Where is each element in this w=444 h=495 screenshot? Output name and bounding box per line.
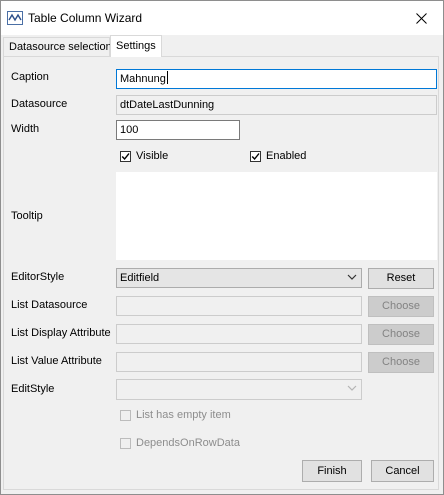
depends-on-row-data-checkbox[interactable]: DependsOnRowData [120,436,240,450]
checkmark-icon [251,152,260,160]
caption-label: Caption [11,71,49,83]
list-display-attribute-field [116,324,362,344]
list-value-attribute-choose-button[interactable]: Choose [368,352,434,373]
datasource-field: dtDateLastDunning [116,95,437,115]
tooltip-label: Tooltip [11,210,43,222]
edit-style-dropdown[interactable] [116,379,362,400]
list-datasource-field [116,296,362,316]
tooltip-textarea[interactable] [116,172,437,260]
list-has-empty-item-label: List has empty item [136,409,231,421]
reset-button[interactable]: Reset [368,268,434,289]
edit-style-label: EditStyle [11,383,55,395]
depends-on-row-data-label: DependsOnRowData [136,437,240,449]
wave-icon [7,11,23,25]
list-has-empty-item-checkbox-box [120,409,131,421]
title-bar: Table Column Wizard [1,1,443,35]
width-input[interactable]: 100 [116,120,240,140]
chevron-down-icon [347,274,357,280]
checkmark-icon [121,152,130,160]
tab-settings[interactable]: Settings [110,35,162,57]
enabled-checkbox[interactable]: Enabled [250,149,306,163]
visible-checkbox[interactable]: Visible [120,149,168,163]
enabled-checkbox-label: Enabled [266,150,307,162]
dialog-window: Table Column Wizard Datasource selection… [0,0,444,495]
list-value-attribute-label: List Value Attribute [11,355,102,367]
list-datasource-label: List Datasource [11,299,88,311]
close-button[interactable] [399,1,443,35]
close-icon [415,12,427,24]
cancel-button[interactable]: Cancel [371,460,434,482]
width-label: Width [11,123,40,135]
visible-checkbox-box [120,150,131,162]
caption-input[interactable]: Mahnung [116,69,437,89]
list-display-attribute-label: List Display Attribute [11,327,111,339]
editor-style-label: EditorStyle [11,271,65,283]
settings-panel: Caption Mahnung Datasource dtDateLastDun… [3,56,439,490]
text-cursor [166,71,168,84]
finish-button[interactable]: Finish [302,460,362,482]
caption-value: Mahnung [120,73,166,85]
tab-datasource-selection[interactable]: Datasource selection [3,37,112,56]
datasource-label: Datasource [11,98,68,110]
depends-on-row-data-checkbox-box [120,437,131,449]
chevron-down-icon [347,385,357,391]
enabled-checkbox-box [250,150,261,162]
editor-style-value: Editfield [120,272,160,284]
list-display-attribute-choose-button[interactable]: Choose [368,324,434,345]
list-datasource-choose-button[interactable]: Choose [368,296,434,317]
list-has-empty-item-checkbox[interactable]: List has empty item [120,408,231,422]
visible-checkbox-label: Visible [136,150,169,162]
window-title: Table Column Wizard [28,11,143,25]
list-value-attribute-field [116,352,362,372]
tab-strip: Datasource selection Settings [1,35,443,57]
editor-style-dropdown[interactable]: Editfield [116,268,362,288]
